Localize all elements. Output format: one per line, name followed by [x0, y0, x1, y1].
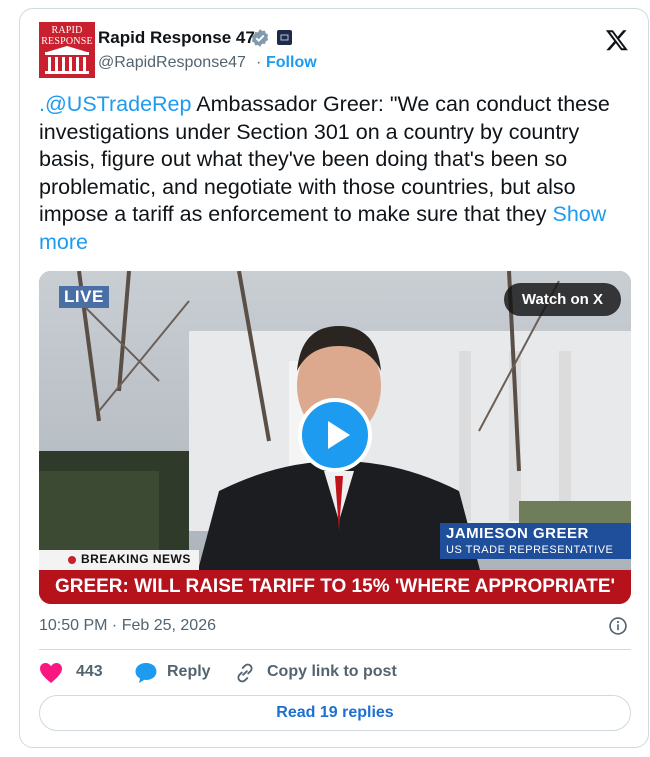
x-logo-icon[interactable] — [605, 28, 629, 52]
verified-badge-icon — [251, 29, 269, 47]
nameplate-title: US TRADE REPRESENTATIVE — [446, 544, 614, 556]
play-icon — [328, 421, 350, 449]
breaking-dot-icon — [68, 556, 76, 564]
nameplate: JAMIESON GREER US TRADE REPRESENTATIVE — [440, 523, 631, 559]
capitol-graphic-icon — [45, 46, 89, 74]
nameplate-name: JAMIESON GREER — [446, 525, 589, 542]
tweet-text: .@USTradeRep Ambassador Greer: "We can c… — [39, 91, 639, 257]
mention-link[interactable]: .@USTradeRep — [39, 92, 191, 116]
follow-button[interactable]: Follow — [266, 54, 317, 72]
breaking-news-text: BREAKING NEWS — [81, 552, 191, 566]
author-name[interactable]: Rapid Response 47 — [98, 28, 255, 48]
timestamp[interactable]: 10:50 PM · Feb 25, 2026 — [39, 617, 216, 635]
like-count[interactable]: 443 — [76, 663, 103, 681]
avatar[interactable]: RAPID RESPONSE — [39, 22, 95, 78]
live-badge: LIVE — [59, 286, 109, 308]
dot-separator: · — [256, 54, 262, 71]
heart-icon[interactable] — [39, 662, 63, 684]
author-handle[interactable]: @RapidResponse47 — [98, 54, 246, 72]
divider — [39, 649, 631, 650]
headline-text: GREER: WILL RAISE TARIFF TO 15% 'WHERE A… — [54, 576, 616, 597]
watch-on-x-button[interactable]: Watch on X — [503, 283, 621, 316]
reply-bubble-icon[interactable] — [134, 662, 158, 684]
link-icon[interactable] — [234, 662, 256, 684]
breaking-news-label: BREAKING NEWS — [39, 550, 199, 570]
headline-banner: GREER: WILL RAISE TARIFF TO 15% 'WHERE A… — [39, 570, 631, 604]
video-player[interactable]: LIVE Watch on X JAMIESON GREER US TRADE … — [39, 271, 631, 604]
play-button[interactable] — [298, 398, 372, 472]
affiliate-badge-icon — [277, 30, 292, 45]
copy-link-button[interactable]: Copy link to post — [267, 663, 397, 681]
tweet-card: RAPID RESPONSE Rapid Response 47 @RapidR… — [19, 8, 649, 748]
reply-button[interactable]: Reply — [167, 663, 211, 681]
info-icon[interactable] — [608, 616, 628, 636]
read-replies-button[interactable]: Read 19 replies — [39, 695, 631, 731]
